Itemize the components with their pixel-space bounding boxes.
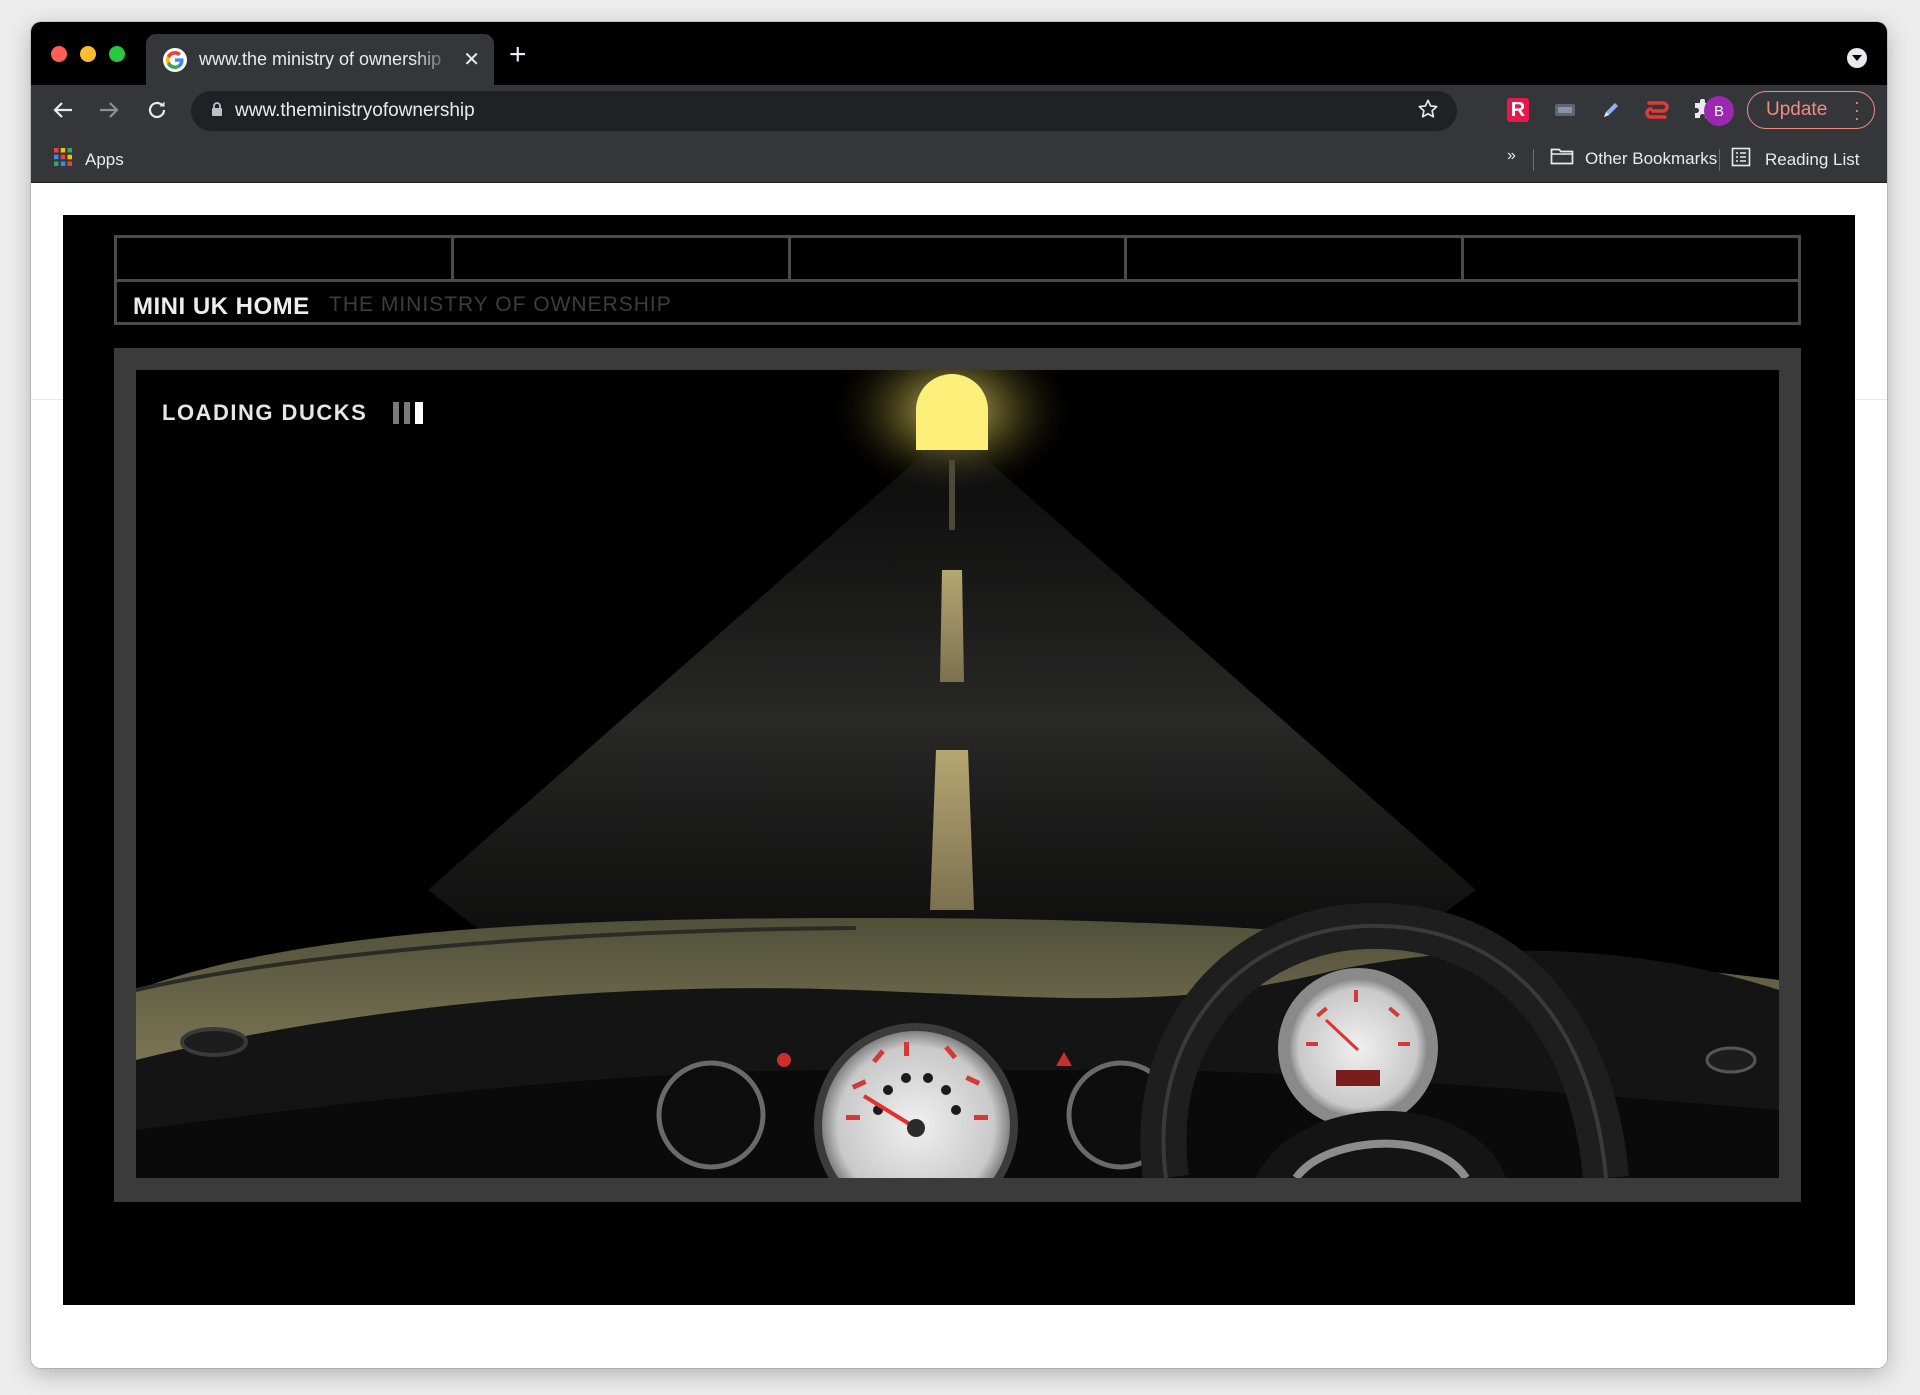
screen-extension-icon[interactable] [1552, 97, 1578, 123]
progress-bar-step-current [415, 402, 424, 424]
road-line-near [930, 750, 974, 910]
progress-bar-step [404, 402, 411, 424]
tab-search-icon[interactable] [1847, 48, 1867, 68]
loading-indicator: LOADING DUCKS [162, 400, 428, 426]
nav-slot-1[interactable] [117, 238, 454, 279]
speedometer-icon [814, 1023, 1018, 1178]
nav-slot-4[interactable] [1127, 238, 1465, 279]
air-vent-right [1705, 1046, 1757, 1074]
road-line-far [949, 460, 955, 530]
update-label: Update [1766, 99, 1828, 120]
warning-light-icon [777, 1053, 791, 1067]
kebab-menu-icon[interactable]: · · · [1854, 93, 1860, 127]
pen-extension-icon[interactable] [1598, 97, 1624, 123]
other-bookmarks-folder[interactable]: Other Bookmarks [1550, 147, 1717, 170]
other-bookmarks-label: Other Bookmarks [1585, 148, 1718, 168]
lock-icon[interactable] [211, 101, 223, 122]
nav-slot-5[interactable] [1464, 238, 1798, 279]
back-arrow-icon[interactable] [49, 96, 77, 124]
tab-title: www.the ministry of ownership [199, 49, 442, 69]
browser-window: www.the ministry of ownership ✕ + www.th… [31, 22, 1887, 1368]
forward-arrow-icon[interactable] [95, 96, 123, 124]
nav-slot-3[interactable] [791, 238, 1128, 279]
close-window-button[interactable] [51, 46, 67, 62]
progress-bar-step [393, 402, 400, 424]
bookmarks-bar: Apps » Other Bookmarks Reading List [31, 135, 1887, 183]
loading-label: LOADING DUCKS [162, 400, 368, 425]
air-vent-left [180, 1027, 248, 1057]
new-tab-button[interactable]: + [509, 40, 527, 70]
tab-strip: www.the ministry of ownership ✕ + [31, 22, 1887, 85]
close-icon[interactable]: ✕ [463, 50, 480, 70]
tunnel-light-icon [916, 374, 988, 450]
apps-label: Apps [85, 149, 124, 169]
url-text[interactable]: www.theministryofownership [235, 100, 1417, 122]
overflow-label: » [1507, 147, 1516, 164]
road-line-mid [940, 570, 964, 682]
movie-frame: LOADING DUCKS [114, 348, 1801, 1202]
bookmarks-overflow-button[interactable]: » [1507, 147, 1516, 165]
reading-list-label: Reading List [1765, 149, 1860, 169]
profile-avatar[interactable]: B [1704, 96, 1734, 126]
gauge-left-icon [656, 1060, 766, 1170]
nav-slot-2[interactable] [454, 238, 791, 279]
bookmark-star-icon[interactable] [1417, 98, 1439, 125]
google-favicon-icon [163, 47, 187, 72]
tab-active[interactable]: www.the ministry of ownership ✕ [146, 34, 494, 85]
web-page: MINI UK HOME THE MINISTRY OF OWNERSHIP L… [31, 184, 1887, 1368]
folder-icon [1550, 147, 1574, 170]
toolbar: www.theministryofownership R B Update · ·… [31, 85, 1887, 135]
flash-stage: MINI UK HOME THE MINISTRY OF OWNERSHIP L… [63, 215, 1855, 1305]
loading-progress-bars [393, 402, 428, 424]
address-bar[interactable]: www.theministryofownership [191, 91, 1457, 131]
reload-icon[interactable] [143, 96, 171, 124]
apps-shortcut[interactable]: Apps [53, 147, 124, 172]
bookmarks-separator [1533, 149, 1534, 171]
update-button[interactable]: Update · · · [1747, 91, 1875, 129]
r-extension-icon[interactable]: R [1507, 98, 1529, 122]
bookmarks-separator [1719, 149, 1720, 171]
mini-uk-home-link[interactable]: MINI UK HOME [133, 293, 310, 321]
reading-list-button[interactable]: Reading List [1731, 147, 1860, 172]
reading-list-icon [1731, 147, 1751, 172]
site-nav: MINI UK HOME THE MINISTRY OF OWNERSHIP [114, 235, 1801, 325]
night-drive-scene: LOADING DUCKS [136, 370, 1779, 1178]
site-subtitle: THE MINISTRY OF OWNERSHIP [329, 293, 672, 316]
apps-grid-icon [53, 147, 73, 172]
minimize-window-button[interactable] [80, 46, 96, 62]
nav-button-row [117, 238, 1798, 282]
driving-scene-illustration [136, 370, 1779, 1178]
fullscreen-window-button[interactable] [109, 46, 125, 62]
lastpass-extension-icon[interactable] [1644, 97, 1670, 123]
